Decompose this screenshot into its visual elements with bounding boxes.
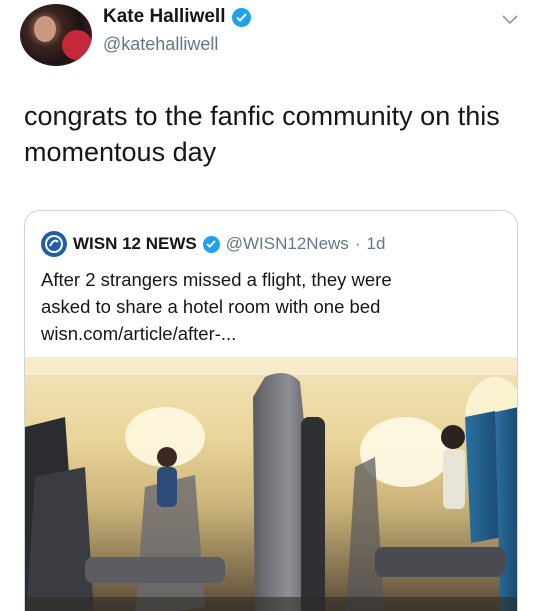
author-name[interactable]: Kate Halliwell bbox=[103, 6, 226, 28]
verified-badge-icon bbox=[202, 235, 220, 253]
quoted-author-name[interactable]: WISN 12 NEWS bbox=[73, 234, 197, 254]
tweet-text-line: momentous day bbox=[24, 137, 217, 167]
tweet-text: congrats to the fanfic community on this… bbox=[24, 98, 524, 170]
airplane-cabin-illustration bbox=[25, 357, 517, 611]
avatar[interactable] bbox=[20, 4, 92, 66]
tweet-text-line: congrats to the fanfic community on this bbox=[24, 101, 500, 131]
wisn-logo-icon bbox=[41, 231, 67, 257]
verified-badge-icon bbox=[231, 7, 251, 27]
quoted-author-handle[interactable]: @WISN12News bbox=[226, 234, 349, 254]
chevron-down-icon[interactable] bbox=[500, 12, 520, 28]
quoted-text-line: asked to share a hotel room with one bed bbox=[41, 296, 381, 317]
quoted-link[interactable]: wisn.com/article/after-... bbox=[41, 320, 501, 347]
tweet-card: Kate Halliwell @katehalliwell congrats t… bbox=[0, 0, 540, 611]
quoted-tweet[interactable]: WISN 12 NEWS @WISN12News · 1d After 2 st… bbox=[24, 210, 518, 611]
quoted-timestamp[interactable]: 1d bbox=[366, 234, 385, 254]
quoted-text-line: After 2 strangers missed a flight, they … bbox=[41, 269, 392, 290]
quoted-text: After 2 strangers missed a flight, they … bbox=[41, 266, 501, 347]
quoted-media-image[interactable] bbox=[25, 357, 517, 611]
author-row: Kate Halliwell bbox=[103, 6, 251, 28]
avatar-face bbox=[34, 16, 56, 42]
author-handle[interactable]: @katehalliwell bbox=[103, 34, 218, 55]
avatar-red-accent bbox=[62, 30, 92, 60]
meta-separator: · bbox=[354, 234, 361, 253]
quoted-header: WISN 12 NEWS @WISN12News · 1d bbox=[41, 231, 385, 257]
